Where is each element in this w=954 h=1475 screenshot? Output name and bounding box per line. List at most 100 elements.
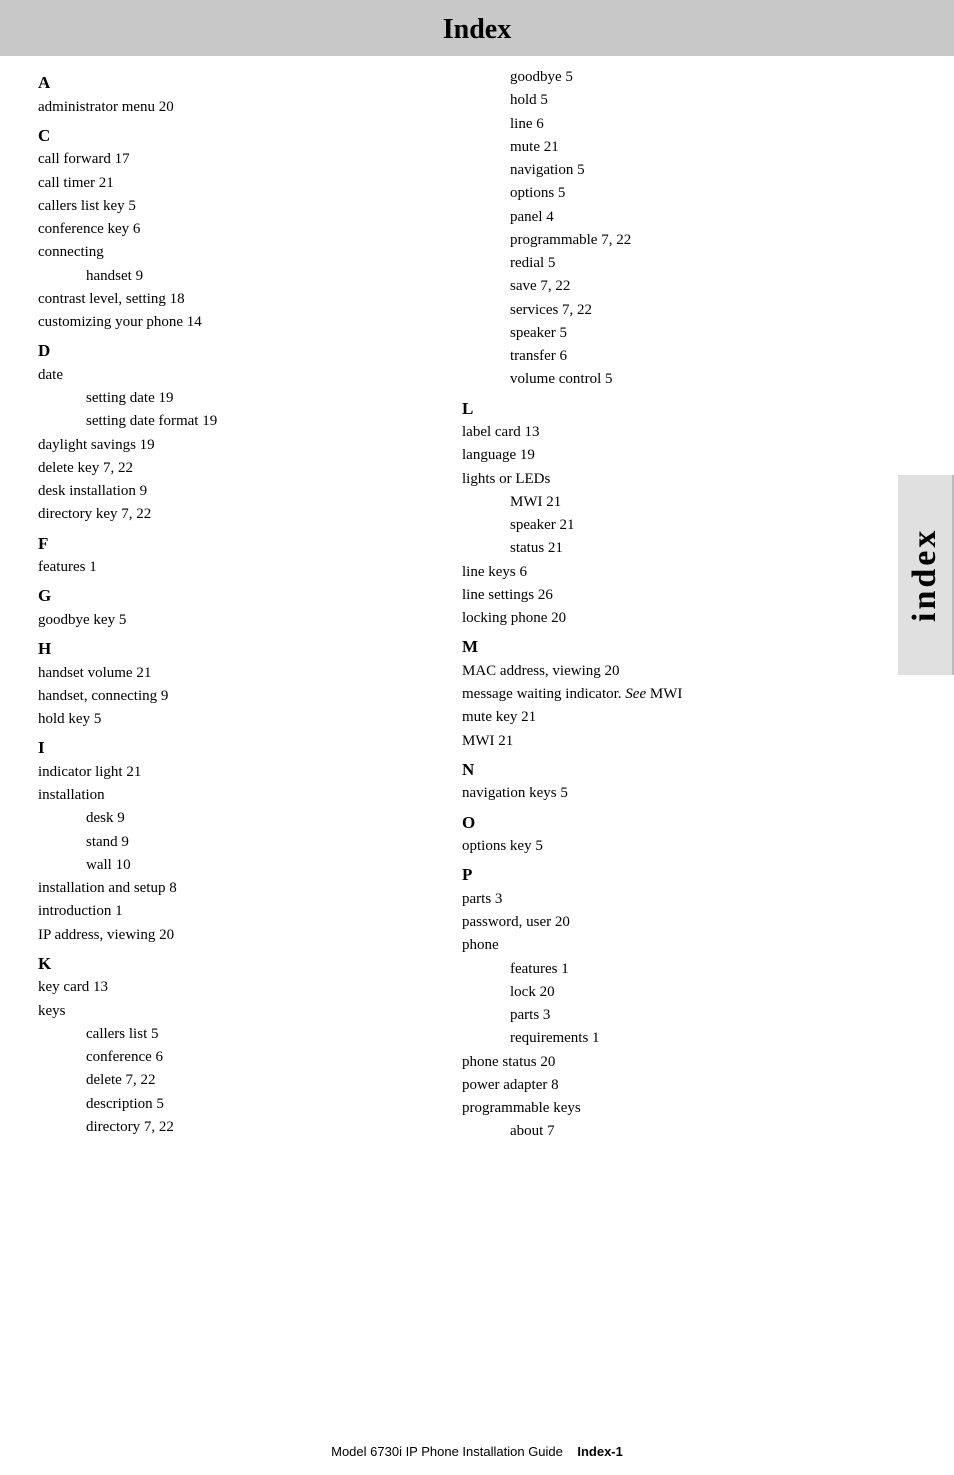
index-entry: language 19 [462,444,856,467]
letter-heading: F [38,531,432,557]
index-entry: parts 3 [462,1004,856,1027]
letter-heading: M [462,634,856,660]
index-entry: navigation 5 [462,159,856,182]
index-entry: MWI 21 [462,491,856,514]
index-entry: lock 20 [462,981,856,1004]
index-entry: administrator menu 20 [38,96,432,119]
letter-heading: K [38,951,432,977]
right-column: goodbye 5 hold 5 line 6 mute 21 navigati… [452,66,916,1144]
index-entry: conference key 6 [38,218,432,241]
index-entry: stand 9 [38,831,432,854]
index-entry: phone [462,934,856,957]
index-entry: conference 6 [38,1046,432,1069]
index-entry: transfer 6 [462,345,856,368]
index-entry: desk 9 [38,807,432,830]
index-entry: locking phone 20 [462,607,856,630]
index-entry: key card 13 [38,976,432,999]
sidebar-index-label: index [898,475,954,675]
index-entry: handset volume 21 [38,662,432,685]
index-entry: mute 21 [462,136,856,159]
section-I: I indicator light 21 installation desk 9… [38,735,432,947]
letter-heading: D [38,338,432,364]
index-entry: MWI 21 [462,730,856,753]
index-entry: status 21 [462,537,856,560]
index-entry: volume control 5 [462,368,856,391]
index-entry: desk installation 9 [38,480,432,503]
letter-heading: C [38,123,432,149]
section-C: C call forward 17 call timer 21 callers … [38,123,432,335]
index-entry: services 7, 22 [462,299,856,322]
index-entry: customizing your phone 14 [38,311,432,334]
index-entry: directory key 7, 22 [38,503,432,526]
section-L: L label card 13 language 19 lights or LE… [462,396,856,631]
index-entry: options 5 [462,182,856,205]
index-entry: programmable keys [462,1097,856,1120]
index-entry: setting date 19 [38,387,432,410]
index-entry: navigation keys 5 [462,782,856,805]
index-entry: connecting [38,241,432,264]
footer-text: Model 6730i IP Phone Installation Guide [331,1444,563,1459]
section-N: N navigation keys 5 [462,757,856,806]
letter-heading: G [38,583,432,609]
index-entry: directory 7, 22 [38,1116,432,1139]
index-entry: label card 13 [462,421,856,444]
index-entry: keys [38,1000,432,1023]
index-entry: line keys 6 [462,561,856,584]
index-entry: features 1 [38,556,432,579]
section-P: P parts 3 password, user 20 phone featur… [462,862,856,1143]
index-entry: goodbye key 5 [38,609,432,632]
letter-heading: O [462,810,856,836]
index-entry: line settings 26 [462,584,856,607]
index-entry: callers list 5 [38,1023,432,1046]
footer-page: Index-1 [577,1444,623,1459]
index-entry: parts 3 [462,888,856,911]
section-G: G goodbye key 5 [38,583,432,632]
section-M: M MAC address, viewing 20 message waitin… [462,634,856,753]
index-entry: hold 5 [462,89,856,112]
index-entry: speaker 5 [462,322,856,345]
index-entry: IP address, viewing 20 [38,924,432,947]
index-entry: indicator light 21 [38,761,432,784]
section-A: A administrator menu 20 [38,70,432,119]
index-entry: call timer 21 [38,172,432,195]
section-F: F features 1 [38,531,432,580]
page-header: Index [0,0,954,56]
keys-continued: goodbye 5 hold 5 line 6 mute 21 navigati… [462,66,856,392]
letter-heading: P [462,862,856,888]
index-entry: speaker 21 [462,514,856,537]
index-entry: goodbye 5 [462,66,856,89]
section-H: H handset volume 21 handset, connecting … [38,636,432,731]
index-entry: options key 5 [462,835,856,858]
index-entry: contrast level, setting 18 [38,288,432,311]
index-entry: password, user 20 [462,911,856,934]
index-entry: line 6 [462,113,856,136]
page-title: Index [0,14,954,46]
index-entry: mute key 21 [462,706,856,729]
index-entry: installation [38,784,432,807]
index-entry: save 7, 22 [462,275,856,298]
index-entry: call forward 17 [38,148,432,171]
index-entry: delete key 7, 22 [38,457,432,480]
index-entry: programmable 7, 22 [462,229,856,252]
index-entry: wall 10 [38,854,432,877]
index-entry: introduction 1 [38,900,432,923]
section-O: O options key 5 [462,810,856,859]
index-entry: hold key 5 [38,708,432,731]
section-K: K key card 13 keys callers list 5 confer… [38,951,432,1139]
index-entry: redial 5 [462,252,856,275]
index-entry: phone status 20 [462,1051,856,1074]
index-entry: message waiting indicator. See MWI [462,683,856,706]
index-entry: power adapter 8 [462,1074,856,1097]
index-entry: handset 9 [38,265,432,288]
section-D: D date setting date 19 setting date form… [38,338,432,526]
letter-heading: N [462,757,856,783]
letter-heading: I [38,735,432,761]
index-entry: callers list key 5 [38,195,432,218]
index-entry: daylight savings 19 [38,434,432,457]
index-entry: panel 4 [462,206,856,229]
index-entry: date [38,364,432,387]
index-entry: description 5 [38,1093,432,1116]
letter-heading: H [38,636,432,662]
page-footer: Model 6730i IP Phone Installation Guide … [0,1444,954,1459]
index-entry: handset, connecting 9 [38,685,432,708]
